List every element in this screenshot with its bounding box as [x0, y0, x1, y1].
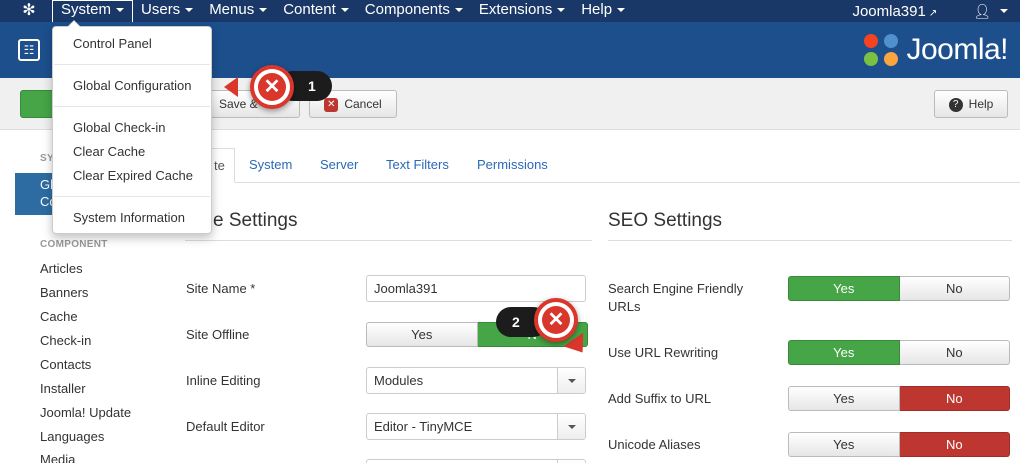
inline-editing-label: Inline Editing: [186, 373, 261, 388]
brand-text: Joomla!: [906, 33, 1008, 66]
tab-system[interactable]: System: [235, 148, 306, 183]
chevron-down-icon: [617, 8, 626, 13]
url-suffix-label: Add Suffix to URL: [608, 391, 712, 406]
joomla-brand-logo-icon: [862, 32, 902, 68]
menu-item-system-information[interactable]: System Information: [73, 210, 185, 225]
tab-server[interactable]: Server: [306, 148, 372, 183]
inline-editing-value: Modules: [374, 373, 424, 388]
site-link-label: Joomla391: [852, 2, 926, 20]
close-icon: ✕: [250, 65, 294, 109]
menu-extensions[interactable]: Extensions: [471, 0, 573, 22]
menu-components[interactable]: Components: [357, 0, 471, 22]
menu-users[interactable]: Users: [133, 0, 201, 22]
chevron-down-icon: [340, 8, 349, 13]
menu-content-label: Content: [283, 1, 336, 18]
joomla-logo-icon[interactable]: ✻: [14, 1, 44, 21]
main-menu: System Users Menus Content Components Ex…: [52, 0, 633, 22]
menu-divider: [54, 64, 210, 65]
navbar-right: Joomla391 ↗ 👤︎: [852, 0, 1020, 22]
sef-urls-no[interactable]: No: [899, 276, 1010, 301]
chevron-down-icon: [454, 8, 463, 13]
close-icon: ✕: [534, 298, 578, 342]
menu-item-global-configuration[interactable]: Global Configuration: [73, 78, 192, 93]
chevron-down-icon[interactable]: [1000, 9, 1008, 13]
sef-urls-label: Search Engine Friendly URLs: [608, 281, 744, 314]
url-rewriting-label: Use URL Rewriting: [608, 345, 719, 360]
top-navbar: ✻ System Users Menus Content Components …: [0, 0, 1020, 22]
unicode-aliases-yes[interactable]: Yes: [788, 432, 900, 457]
site-settings-heading: e Settings: [185, 210, 592, 241]
menu-system[interactable]: System: [52, 0, 134, 22]
menu-menus[interactable]: Menus: [201, 0, 275, 22]
menu-item-clear-expired-cache[interactable]: Clear Expired Cache: [73, 168, 193, 183]
menu-components-label: Components: [364, 1, 450, 18]
menu-content[interactable]: Content: [275, 0, 357, 22]
user-icon[interactable]: 👤︎: [973, 3, 991, 20]
url-suffix-yes[interactable]: Yes: [788, 386, 900, 411]
question-icon: ?: [948, 97, 963, 112]
sidebar-item-media[interactable]: Media: [40, 452, 75, 463]
site-offline-label: Site Offline: [186, 327, 250, 342]
default-editor-select[interactable]: Editor - TinyMCE: [366, 413, 586, 440]
sidebar-item-articles[interactable]: Articles: [40, 261, 83, 276]
chevron-down-icon: [259, 8, 268, 13]
joomla-brand: Joomla!: [862, 32, 1008, 68]
unicode-aliases-label: Unicode Aliases: [608, 437, 701, 452]
menu-item-control-panel[interactable]: Control Panel: [73, 36, 152, 51]
sidebar-item-banners[interactable]: Banners: [40, 285, 88, 300]
menu-extensions-label: Extensions: [478, 1, 553, 18]
menu-item-global-check-in[interactable]: Global Check-in: [73, 120, 166, 135]
sidebar-item-contacts[interactable]: Contacts: [40, 357, 91, 372]
url-rewriting-yes[interactable]: Yes: [788, 340, 900, 365]
site-link[interactable]: Joomla391 ↗: [852, 3, 937, 20]
sidebar-item-languages[interactable]: Languages: [40, 429, 104, 444]
external-link-icon: ↗: [928, 7, 938, 19]
sef-urls-yes[interactable]: Yes: [788, 276, 900, 301]
site-offline-yes[interactable]: Yes: [366, 322, 478, 347]
chevron-down-icon: [116, 8, 125, 13]
next-select[interactable]: [366, 459, 586, 463]
menu-users-label: Users: [141, 1, 181, 18]
chevron-down-icon: [185, 8, 194, 13]
cancel-label: Cancel: [344, 97, 382, 111]
settings-sliders-icon: ☷: [18, 39, 40, 61]
seo-settings-heading: SEO Settings: [608, 210, 1012, 241]
site-name-label: Site Name *: [186, 281, 256, 296]
chevron-down-icon: [557, 368, 585, 393]
menu-menus-label: Menus: [209, 1, 255, 18]
tab-text-filters[interactable]: Text Filters: [372, 148, 463, 183]
sidebar-item-joomla-update[interactable]: Joomla! Update: [40, 405, 131, 420]
unicode-aliases-no[interactable]: No: [899, 432, 1010, 457]
menu-item-clear-cache[interactable]: Clear Cache: [73, 144, 145, 159]
default-editor-value: Editor - TinyMCE: [374, 419, 473, 434]
menu-help[interactable]: Help: [573, 0, 633, 22]
default-editor-label: Default Editor: [186, 419, 265, 434]
menu-divider: [54, 196, 210, 197]
sidebar-item-check-in[interactable]: Check-in: [40, 333, 91, 348]
sef-urls-toggle: Yes No: [788, 276, 1010, 301]
config-tabs: te System Server Text Filters Permission…: [185, 148, 1020, 183]
menu-system-label: System: [61, 1, 112, 18]
tab-permissions[interactable]: Permissions: [463, 148, 562, 183]
sidebar-heading-component: COMPONENT: [40, 239, 108, 250]
inline-editing-select[interactable]: Modules: [366, 367, 586, 394]
sidebar-item-cache[interactable]: Cache: [40, 309, 78, 324]
url-suffix-no[interactable]: No: [899, 386, 1010, 411]
url-suffix-toggle: Yes No: [788, 386, 1010, 411]
menu-help-label: Help: [581, 1, 613, 18]
url-rewriting-no[interactable]: No: [899, 340, 1010, 365]
callout-1: 1 ✕: [224, 63, 336, 115]
chevron-down-icon: [557, 8, 566, 13]
help-button[interactable]: ? Help: [934, 90, 1008, 118]
system-dropdown-menu: Control Panel Global Configuration Globa…: [52, 20, 212, 234]
callout-pointer-icon: [224, 77, 238, 97]
chevron-down-icon: [557, 414, 585, 439]
menu-divider: [54, 106, 210, 107]
callout-2: 2 ✕: [496, 292, 596, 360]
sidebar-item-installer[interactable]: Installer: [40, 381, 86, 396]
url-rewriting-toggle: Yes No: [788, 340, 1010, 365]
help-label: Help: [968, 97, 994, 111]
unicode-aliases-toggle: Yes No: [788, 432, 1010, 457]
